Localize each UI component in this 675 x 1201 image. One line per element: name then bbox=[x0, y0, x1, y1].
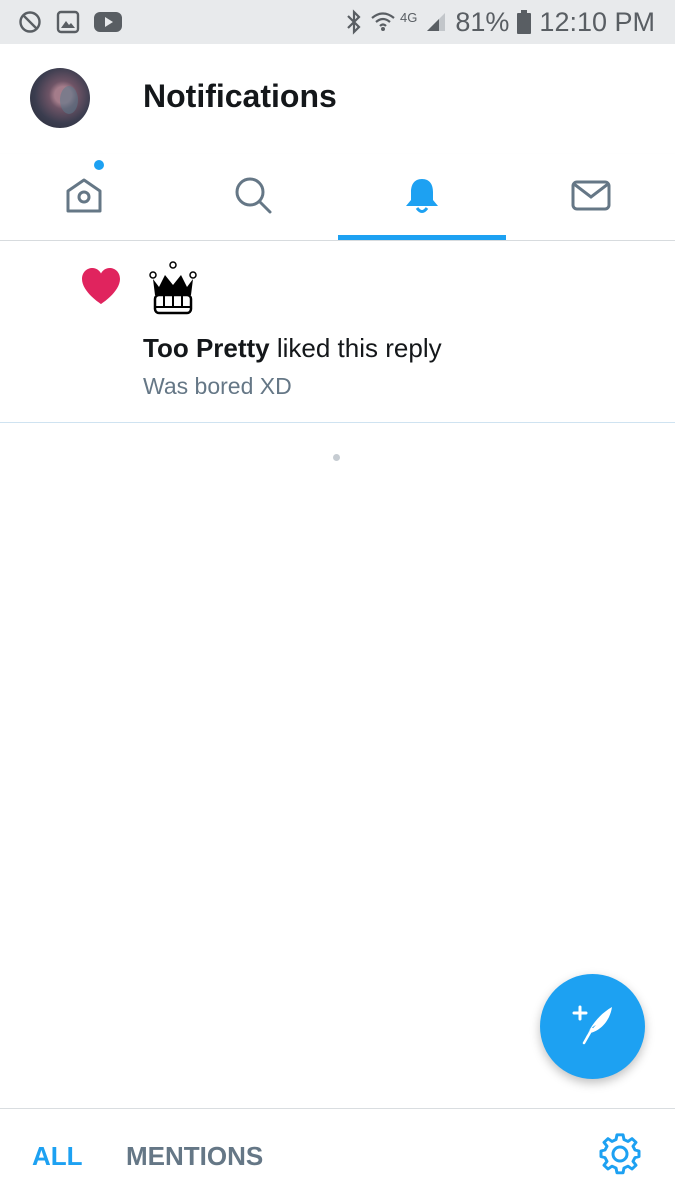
active-tab-indicator bbox=[337, 235, 507, 240]
do-not-disturb-icon bbox=[18, 10, 42, 34]
settings-gear-icon[interactable] bbox=[598, 1133, 642, 1182]
notification-action: liked this reply bbox=[269, 333, 442, 363]
home-icon bbox=[63, 174, 105, 221]
main-tab-bar bbox=[0, 154, 675, 241]
tab-search[interactable] bbox=[169, 154, 338, 240]
search-icon bbox=[232, 174, 274, 221]
user-avatar[interactable] bbox=[145, 261, 201, 317]
battery-percent: 81% bbox=[455, 6, 510, 37]
heart-icon bbox=[80, 267, 122, 310]
compose-tweet-button[interactable] bbox=[540, 974, 645, 1079]
bell-icon bbox=[401, 174, 443, 221]
wifi-icon bbox=[370, 9, 396, 35]
youtube-icon bbox=[94, 11, 122, 33]
filter-mentions-tab[interactable]: MENTIONS bbox=[126, 1141, 263, 1172]
mail-icon bbox=[570, 174, 612, 221]
tab-home[interactable] bbox=[0, 154, 169, 240]
clock: 12:10 PM bbox=[539, 6, 655, 37]
bluetooth-icon bbox=[346, 9, 362, 35]
page-title: Notifications bbox=[143, 78, 337, 114]
tab-notifications[interactable] bbox=[337, 154, 507, 240]
tab-messages[interactable] bbox=[506, 154, 675, 240]
signal-icon bbox=[425, 11, 447, 33]
filter-all-tab[interactable]: ALL bbox=[32, 1141, 83, 1172]
notification-text: Too Pretty liked this reply bbox=[143, 333, 442, 364]
notification-filter-bar: ALL MENTIONS bbox=[0, 1108, 675, 1201]
notification-item[interactable]: Too Pretty liked this reply Was bored XD bbox=[0, 241, 675, 423]
notification-user-name[interactable]: Too Pretty bbox=[143, 333, 270, 363]
status-bar: 4G 81% 12:10 PM bbox=[0, 0, 675, 44]
profile-avatar[interactable] bbox=[30, 68, 90, 128]
notification-snippet: Was bored XD bbox=[143, 373, 292, 399]
network-type: 4G bbox=[400, 9, 418, 25]
gallery-icon bbox=[56, 10, 80, 34]
app-header: Notifications bbox=[0, 44, 675, 154]
loading-indicator bbox=[333, 454, 340, 461]
compose-feather-icon bbox=[568, 999, 618, 1054]
home-badge-dot bbox=[94, 160, 104, 170]
battery-icon bbox=[517, 10, 532, 34]
